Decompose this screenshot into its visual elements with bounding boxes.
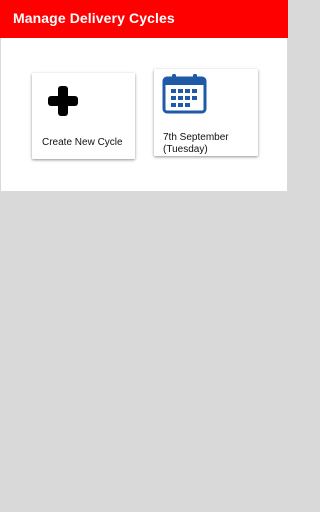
screen: Manage Delivery Cycles Create New Cycle	[0, 0, 288, 512]
plus-icon	[48, 86, 78, 116]
delivery-cycle-date: 7th September (Tuesday)	[163, 132, 257, 156]
delivery-cycles-panel: Create New Cycle 7th September (Tuesday)	[1, 38, 287, 191]
calendar-icon	[162, 74, 207, 114]
app-bar: Manage Delivery Cycles	[0, 0, 288, 38]
delivery-cycle-day-line: (Tuesday)	[163, 144, 208, 155]
delivery-cycle-date-line: 7th September	[163, 132, 229, 143]
page-title: Manage Delivery Cycles	[13, 10, 175, 26]
create-new-cycle-label: Create New Cycle	[42, 137, 123, 148]
delivery-cycle-card[interactable]: 7th September (Tuesday)	[154, 69, 258, 156]
create-new-cycle-card[interactable]: Create New Cycle	[32, 73, 135, 159]
